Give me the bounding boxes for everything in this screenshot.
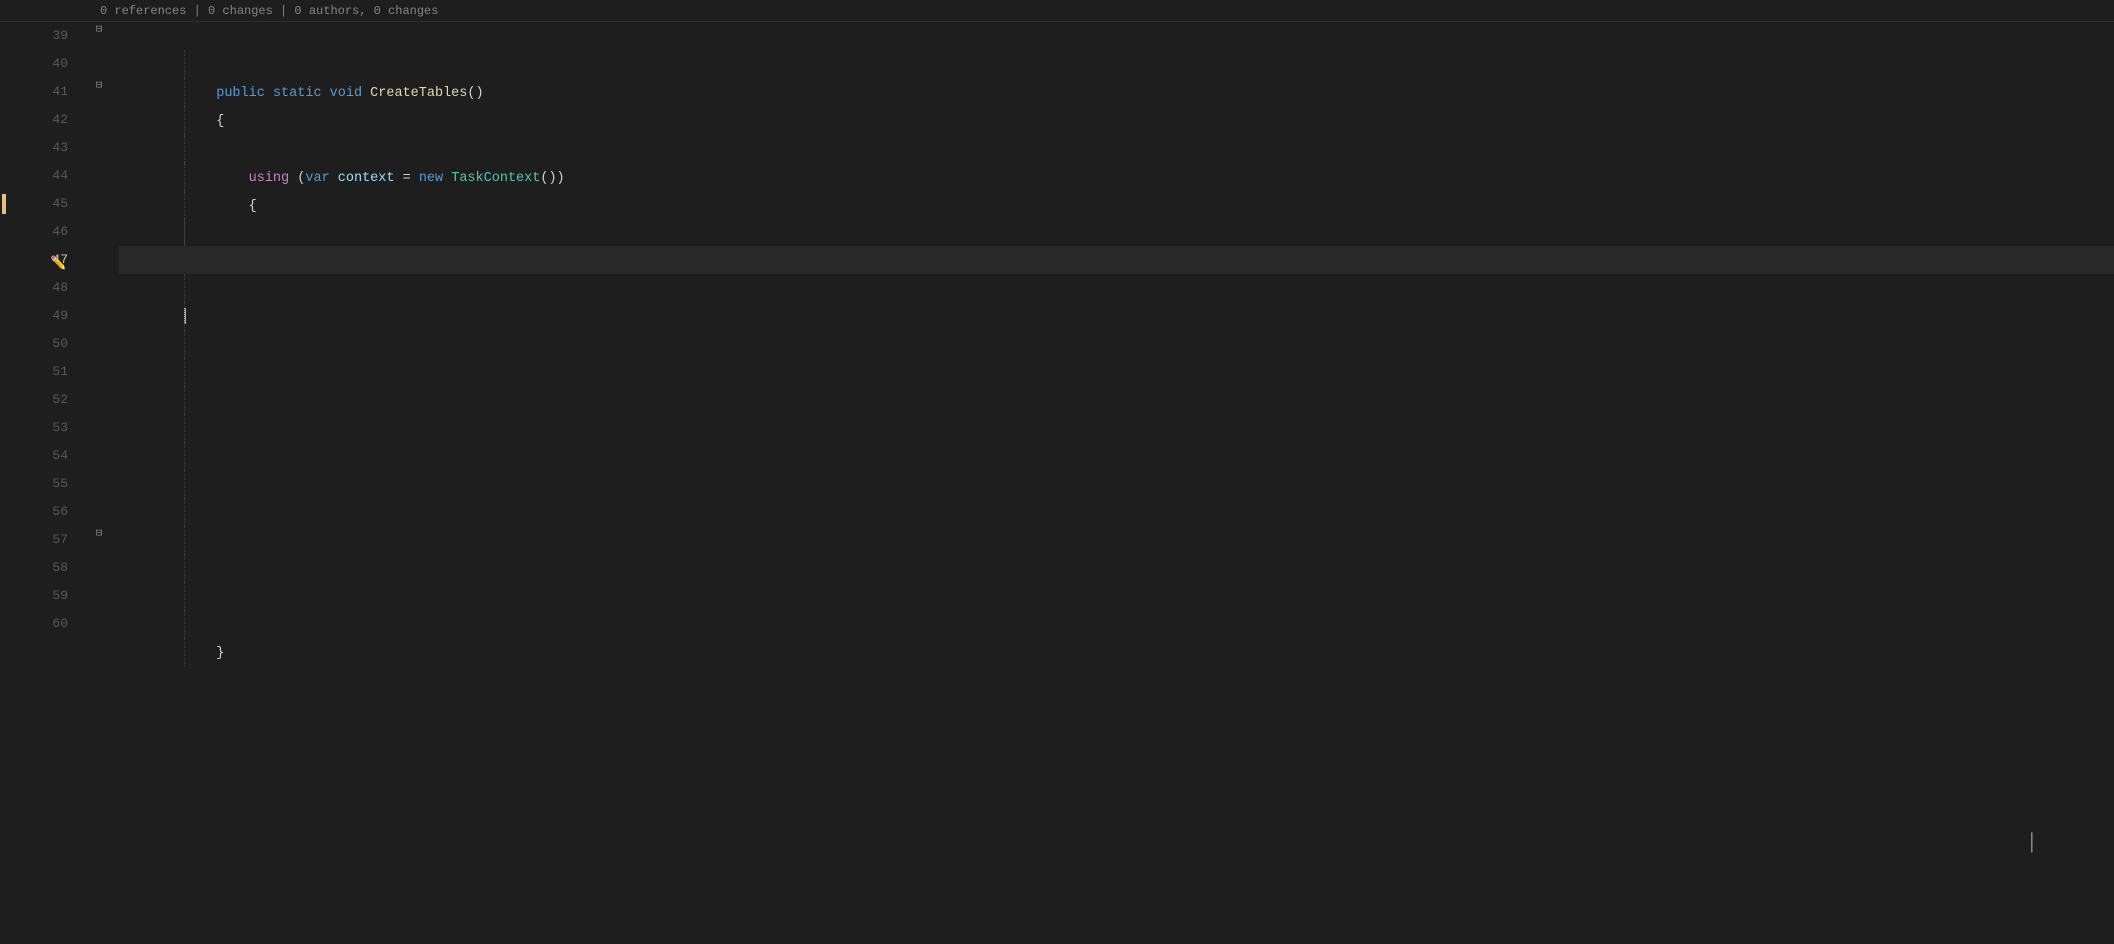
line-num-54: 54 <box>0 442 80 470</box>
code-line-49 <box>119 302 2114 330</box>
fold-gutter: ⊟ ⊟ ⊟ <box>90 22 110 944</box>
fold-59[interactable]: ⊟ <box>90 526 108 540</box>
indent-guide-col <box>110 22 111 944</box>
line-num-57: 57 <box>0 526 80 554</box>
code-line-43: context.Database.ExecuteSqlRaw("CREATE T… <box>119 134 2114 162</box>
code-line-51 <box>119 358 2114 386</box>
line-num-53: 53 <box>0 414 80 442</box>
line-num-45: 45 <box>0 190 80 218</box>
line-num-48: 48 <box>0 274 80 302</box>
code-line-56 <box>119 498 2114 526</box>
line-num-52: 52 <box>0 386 80 414</box>
code-line-48 <box>119 274 2114 302</box>
editor-container: 0 references | 0 changes | 0 authors, 0 … <box>0 0 2114 944</box>
code-line-41: using (var context = new TaskContext()) <box>119 78 2114 106</box>
code-line-60 <box>119 610 2114 638</box>
top-bar: 0 references | 0 changes | 0 authors, 0 … <box>0 0 2114 22</box>
line-num-42: 42 <box>0 106 80 134</box>
line-num-50: 50 <box>0 330 80 358</box>
meta-info: 0 references | 0 changes | 0 authors, 0 … <box>100 4 438 18</box>
code-line-45: } <box>119 190 2114 218</box>
line-num-40: 40 <box>0 50 80 78</box>
line-num-44: 44 <box>0 162 80 190</box>
code-line-52 <box>119 386 2114 414</box>
code-line-39: public static void CreateTables() <box>119 22 2114 50</box>
code-line-44: } <box>119 162 2114 190</box>
line-num-41: 41 <box>0 78 80 106</box>
code-line-59: } <box>119 582 2114 610</box>
line-num-43: 43 <box>0 134 80 162</box>
line-num-49: 49 <box>0 302 80 330</box>
code-line-58 <box>119 554 2114 582</box>
fold-39[interactable]: ⊟ <box>90 22 108 36</box>
code-line-40: { <box>119 50 2114 78</box>
i-beam-cursor: | <box>2030 828 2034 854</box>
line-num-39: 39 <box>0 22 80 50</box>
code-line-46 <box>119 218 2114 246</box>
line-num-51: 51 <box>0 358 80 386</box>
line-num-59: 59 <box>0 582 80 610</box>
line-num-58: 58 <box>0 554 80 582</box>
code-line-54 <box>119 442 2114 470</box>
line-num-55: 55 <box>0 470 80 498</box>
code-line-53 <box>119 414 2114 442</box>
fold-41[interactable]: ⊟ <box>90 78 108 92</box>
line-num-47: ✏️ 47 <box>0 246 80 274</box>
code-line-57 <box>119 526 2114 554</box>
line-numbers: 39 40 41 42 43 44 45 46 ✏️ 47 48 49 50 5… <box>0 22 90 944</box>
code-line-50 <box>119 330 2114 358</box>
code-line-47 <box>119 246 2114 274</box>
line-num-56: 56 <box>0 498 80 526</box>
line-num-60: 60 <box>0 610 80 638</box>
code-line-42: { <box>119 106 2114 134</box>
line-num-46: 46 <box>0 218 80 246</box>
code-lines[interactable]: public static void CreateTables() { usin… <box>111 22 2114 944</box>
code-line-55 <box>119 470 2114 498</box>
code-area: 39 40 41 42 43 44 45 46 ✏️ 47 48 49 50 5… <box>0 22 2114 944</box>
